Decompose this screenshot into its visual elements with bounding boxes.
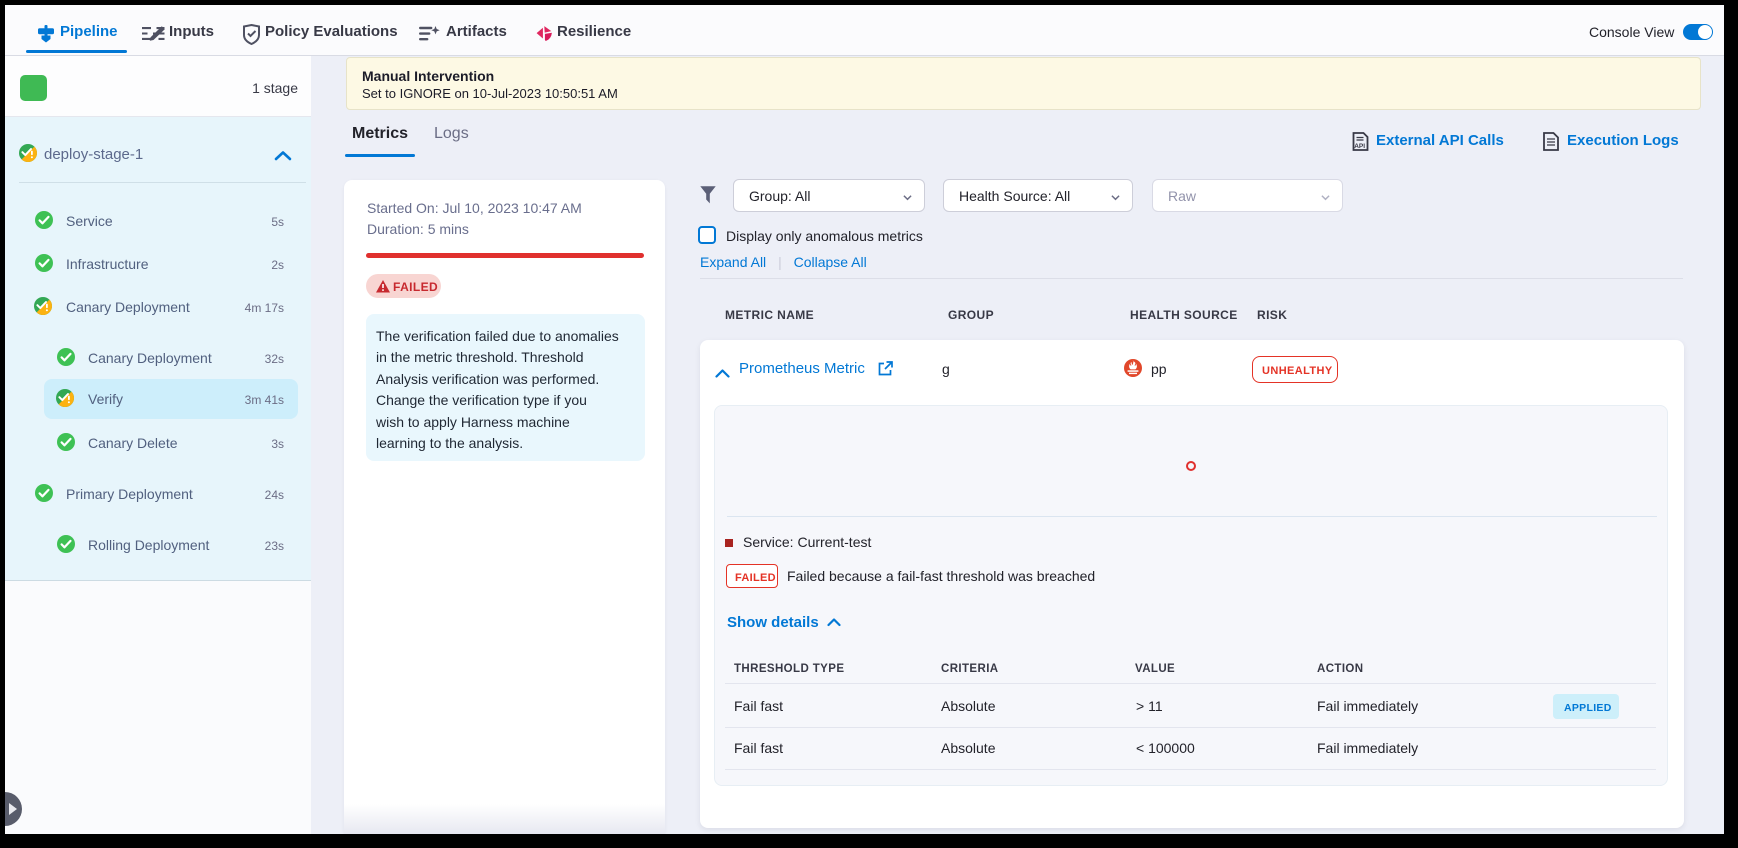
svg-text:API: API [1354, 143, 1365, 150]
